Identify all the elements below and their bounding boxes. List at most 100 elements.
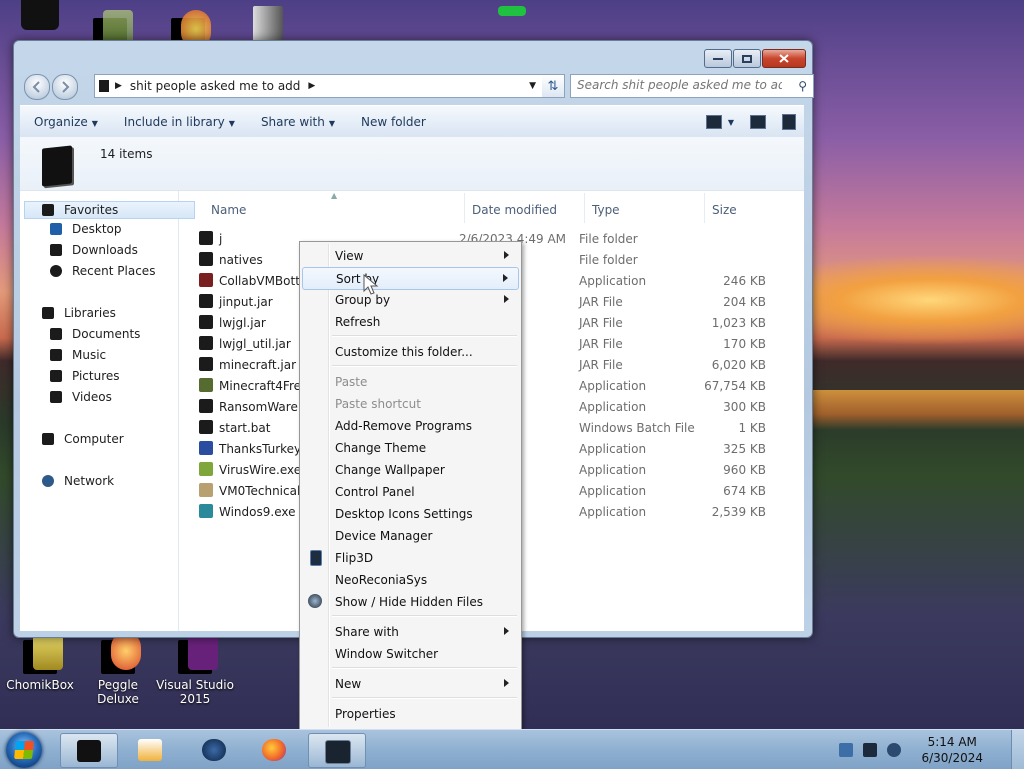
menu-item-show-hide-hidden-files[interactable]: Show / Hide Hidden Files (302, 591, 519, 612)
menu-separator (332, 335, 517, 337)
taskbar-explorer[interactable] (60, 733, 118, 768)
file-icon (199, 336, 213, 350)
column-name[interactable]: Name (211, 203, 246, 217)
nav-favorites[interactable]: Favorites (24, 201, 195, 219)
nav-label: Favorites (64, 203, 119, 217)
menu-item-label: Change Theme (335, 441, 427, 455)
new-folder-button[interactable]: New folder (347, 115, 438, 129)
window-icon (325, 740, 351, 764)
close-button[interactable] (762, 49, 806, 68)
menu-item-neoreconiasys[interactable]: NeoReconiaSys (302, 569, 519, 590)
include-in-library-button[interactable]: Include in library ▼ (110, 115, 247, 129)
change-view-button[interactable]: ▼ (705, 115, 734, 129)
breadcrumb-current[interactable]: shit people asked me to add (130, 79, 300, 93)
clock[interactable]: 5:14 AM 6/30/2024 (921, 734, 983, 766)
nav-label: Desktop (72, 222, 122, 236)
menu-item-share-with[interactable]: Share with (302, 621, 519, 642)
minimize-icon (713, 57, 723, 60)
menu-item-device-manager[interactable]: Device Manager (302, 525, 519, 546)
share-with-label: Share with (260, 115, 325, 129)
taskbar-media-player[interactable] (122, 733, 178, 766)
search-input[interactable] (571, 75, 782, 95)
minimize-button[interactable] (704, 49, 732, 68)
taskbar-window-2[interactable] (308, 733, 366, 768)
nav-desktop[interactable]: Desktop (50, 222, 122, 236)
preview-pane-icon[interactable] (750, 115, 766, 129)
menu-item-refresh[interactable]: Refresh (302, 311, 519, 332)
nav-downloads[interactable]: Downloads (50, 243, 138, 257)
menu-item-desktop-icons-settings[interactable]: Desktop Icons Settings (302, 503, 519, 524)
help-icon[interactable] (782, 114, 796, 130)
menu-item-change-theme[interactable]: Change Theme (302, 437, 519, 458)
nav-music[interactable]: Music (50, 348, 106, 362)
file-type: JAR File (579, 295, 623, 309)
menu-item-control-panel[interactable]: Control Panel (302, 481, 519, 502)
nav-label: Downloads (72, 243, 138, 257)
file-size: 6,020 KB (711, 358, 766, 372)
file-type: Application (579, 400, 647, 414)
column-size[interactable]: Size (712, 203, 737, 217)
menu-separator (332, 667, 517, 669)
file-size: 300 KB (723, 400, 766, 414)
forward-button[interactable] (52, 74, 78, 100)
taskbar-firefox[interactable] (246, 733, 302, 766)
column-separator[interactable] (584, 193, 585, 223)
show-desktop-button[interactable] (1011, 730, 1024, 769)
file-size: 170 KB (723, 337, 766, 351)
libraries-icon (42, 307, 54, 319)
column-separator[interactable] (704, 193, 705, 223)
menu-item-add-remove-programs[interactable]: Add-Remove Programs (302, 415, 519, 436)
menu-item-sort-by[interactable]: Sort by (302, 267, 519, 290)
back-button[interactable] (24, 74, 50, 100)
nav-recent-places[interactable]: Recent Places (50, 264, 155, 278)
tray-app-icon[interactable] (839, 742, 854, 757)
menu-item-change-wallpaper[interactable]: Change Wallpaper (302, 459, 519, 480)
organize-label: Organize (34, 115, 88, 129)
address-bar[interactable]: ▶ shit people asked me to add ▶ ▼ (94, 74, 543, 98)
tray-monitor-icon[interactable] (863, 742, 878, 757)
menu-item-window-switcher[interactable]: Window Switcher (302, 643, 519, 664)
file-type: Application (579, 505, 647, 519)
visual-studio-icon (178, 632, 218, 674)
taskbar: 5:14 AM 6/30/2024 (0, 729, 1024, 769)
folder-large-icon (42, 145, 72, 187)
refresh-button[interactable]: ⇅ (542, 74, 565, 98)
column-separator[interactable] (464, 193, 465, 223)
search-box[interactable]: ⚲ (570, 74, 814, 98)
submenu-arrow-icon (504, 251, 509, 259)
back-icon (32, 81, 40, 93)
menu-item-customize-this-folder[interactable]: Customize this folder... (302, 341, 519, 362)
column-type[interactable]: Type (592, 203, 620, 217)
desktop-icon-chomikbox[interactable]: ChomikBox (0, 632, 80, 692)
media-player-icon (138, 739, 162, 761)
nav-computer[interactable]: Computer (42, 432, 124, 446)
file-name: lwjgl.jar (219, 316, 266, 330)
desktop-icon-visual-studio[interactable]: Visual Studio 2015 (155, 632, 235, 706)
nav-libraries[interactable]: Libraries (42, 306, 116, 320)
start-button[interactable] (6, 732, 42, 768)
taskbar-globe[interactable] (186, 733, 242, 766)
menu-item-label: Paste (335, 375, 368, 389)
address-dropdown-icon[interactable]: ▼ (529, 81, 536, 91)
organize-button[interactable]: Organize ▼ (20, 115, 110, 129)
file-size: 246 KB (723, 274, 766, 288)
nav-documents[interactable]: Documents (50, 327, 140, 341)
nav-pictures[interactable]: Pictures (50, 369, 120, 383)
maximize-button[interactable] (733, 49, 761, 68)
volume-icon[interactable] (887, 742, 902, 757)
nav-network[interactable]: Network (42, 474, 114, 488)
menu-item-view[interactable]: View (302, 245, 519, 266)
search-icon[interactable]: ⚲ (798, 79, 807, 93)
network-icon (42, 475, 54, 487)
menu-item-properties[interactable]: Properties (302, 703, 519, 724)
desktop-icon-peggle[interactable]: Peggle Deluxe (78, 632, 158, 706)
desktop-icon-top-1[interactable] (0, 0, 80, 34)
menu-item-new[interactable]: New (302, 673, 519, 694)
file-size: 1 KB (738, 421, 766, 435)
share-with-button[interactable]: Share with ▼ (247, 115, 347, 129)
column-date-modified[interactable]: Date modified (472, 203, 557, 217)
nav-videos[interactable]: Videos (50, 390, 112, 404)
desktop-icon (50, 223, 62, 235)
menu-item-flip3d[interactable]: Flip3D (302, 547, 519, 568)
menu-item-group-by[interactable]: Group by (302, 289, 519, 310)
